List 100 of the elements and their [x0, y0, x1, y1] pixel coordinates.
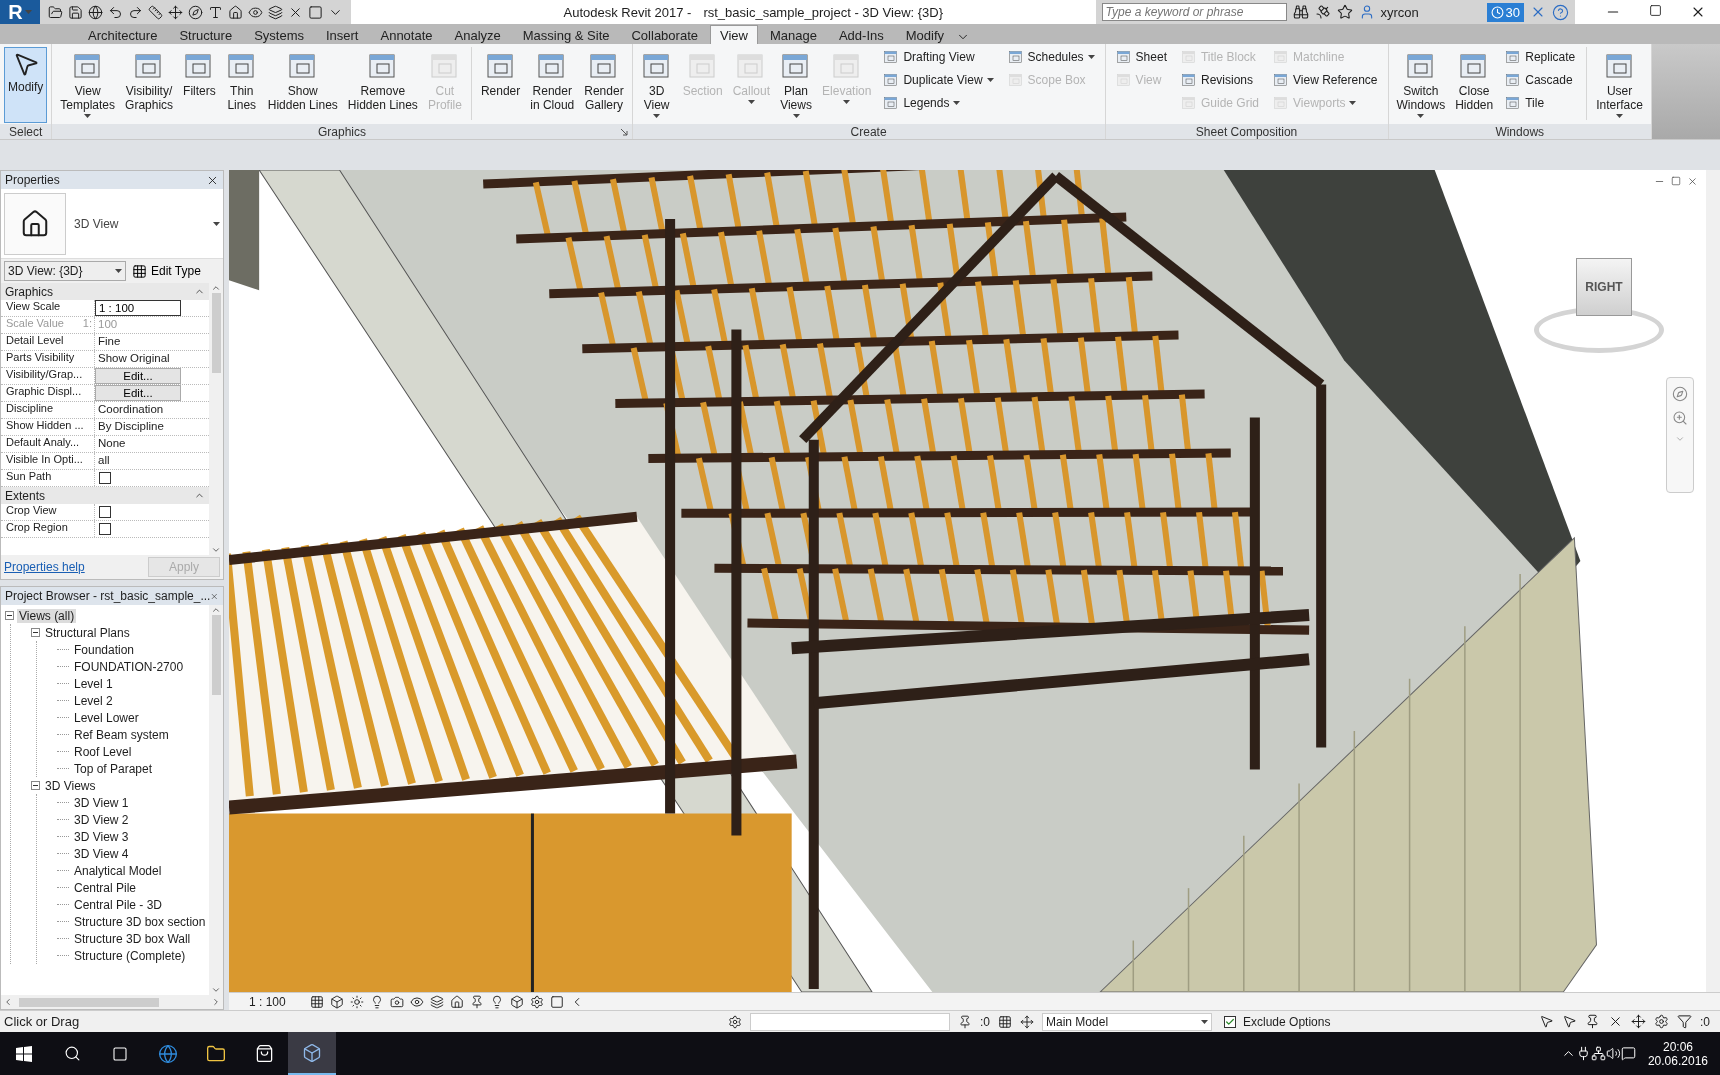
design-option-dropdown[interactable]: Main Model [1042, 1012, 1212, 1031]
save-icon[interactable] [68, 4, 83, 20]
ribbon-small-button[interactable]: Duplicate View [881, 70, 996, 90]
properties-help-link[interactable]: Properties help [4, 560, 85, 574]
tree-item[interactable]: Level 1 [72, 676, 115, 691]
ribbon-small-button[interactable]: Revisions [1178, 70, 1261, 90]
panel-title[interactable]: Select [9, 124, 43, 139]
checkbox[interactable] [99, 523, 111, 535]
tree-item[interactable]: 3D View 1 [72, 795, 131, 810]
ribbon-tab[interactable]: Annotate [370, 25, 443, 44]
launcher-icon[interactable] [620, 129, 628, 136]
ribbon-small-button[interactable]: Tile [1503, 93, 1578, 113]
ribbon-tab[interactable]: Collaborate [621, 25, 708, 44]
ribbon-tool-button[interactable]: Close Hidden [1451, 47, 1498, 123]
group-header-bar[interactable]: Extents [1, 487, 209, 504]
ribbon-small-button[interactable]: Replicate [1503, 47, 1578, 67]
ribbon-tab[interactable]: Add-Ins [828, 25, 894, 44]
checkbox[interactable] [1224, 1015, 1236, 1028]
ribbon-tab[interactable]: View [710, 25, 758, 44]
clock-date[interactable]: 20.06.2016 [1647, 1053, 1708, 1068]
search-field[interactable]: Type a keyword or phrase [1101, 3, 1287, 21]
ribbon-tab[interactable]: Analyze [444, 25, 511, 44]
tree-item[interactable]: Roof Level [72, 744, 134, 759]
instance-dropdown[interactable]: 3D View: {3D} [4, 261, 126, 281]
tree-item[interactable]: 3D View 3 [72, 829, 131, 844]
tree-item[interactable]: Structural Plans [43, 625, 132, 640]
tree-item[interactable]: 3D View 4 [72, 846, 131, 861]
notification-icon[interactable] [1620, 1046, 1636, 1061]
ribbon-tab[interactable]: Architecture [78, 25, 168, 44]
restore-icon[interactable] [1671, 176, 1681, 186]
tree-item[interactable]: Analytical Model [72, 863, 164, 878]
collapse-icon[interactable] [31, 781, 40, 790]
revit-taskbar-button[interactable] [288, 1032, 336, 1075]
scroll-down-icon[interactable] [211, 985, 221, 995]
ribbon-tool-button[interactable]: Remove Hidden Lines [343, 47, 422, 123]
ribbon-tool-button[interactable]: Thin Lines [221, 47, 262, 123]
modify-button[interactable]: Modify [4, 47, 48, 123]
tree-item[interactable]: 3D View 2 [72, 812, 131, 827]
ruler-icon[interactable] [148, 4, 163, 20]
volume-icon[interactable] [1605, 1046, 1621, 1061]
ribbon-tab[interactable]: Modify [895, 25, 955, 44]
redo-icon[interactable] [128, 4, 143, 20]
collapse-icon[interactable] [31, 628, 40, 637]
edit-button[interactable]: Edit... [95, 368, 181, 384]
ribbon-tab[interactable]: Manage [759, 25, 827, 44]
zoom-icon[interactable] [1672, 410, 1688, 426]
scrollbar-thumb[interactable] [211, 293, 221, 373]
sun-path-icon[interactable] [350, 994, 364, 1009]
ribbon-tool-button[interactable]: 3D View [636, 47, 677, 123]
open-folder-icon[interactable] [48, 4, 63, 20]
checkbox[interactable] [99, 472, 111, 484]
ribbon-tool-button[interactable]: Render in Cloud [526, 47, 579, 123]
ribbon-tool-button[interactable]: Render [476, 47, 525, 123]
tree-item[interactable]: Level Lower [72, 710, 141, 725]
ribbon-tool-button[interactable]: Filters [179, 47, 220, 123]
group-header-bar[interactable]: Graphics [1, 283, 209, 300]
select-pinned-icon[interactable] [1585, 1014, 1600, 1029]
application-menu-button[interactable]: R [0, 0, 40, 24]
view-scale-field[interactable]: 1 : 100 [95, 300, 181, 316]
scrollbar[interactable] [1, 995, 223, 1009]
tree-item[interactable]: Top of Parapet [72, 761, 155, 776]
scrollbar[interactable] [1706, 170, 1720, 992]
ribbon-small-button[interactable]: Drafting View [881, 47, 996, 67]
ribbon-tool-button[interactable]: Switch Windows [1392, 47, 1450, 123]
scroll-left-icon[interactable] [3, 997, 13, 1007]
workset-field[interactable] [750, 1012, 950, 1031]
ribbon-small-button[interactable]: Sheet [1113, 47, 1169, 67]
collapse-icon[interactable] [5, 611, 14, 620]
ribbon-tool-button[interactable]: Plan Views [776, 47, 817, 123]
ribbon-tool-button[interactable]: Render Gallery [580, 47, 628, 123]
edit-button[interactable]: Edit... [95, 385, 181, 401]
scroll-up-icon[interactable] [211, 283, 221, 293]
tree-item[interactable]: Views (all) [17, 608, 77, 623]
text-icon[interactable] [208, 4, 223, 20]
scrollbar[interactable] [209, 605, 223, 995]
ribbon-small-button[interactable]: Legends [881, 93, 996, 113]
edit-type-button[interactable]: Edit Type [132, 263, 201, 279]
tree-item[interactable]: Structure 3D box Wall [72, 931, 193, 946]
ribbon-tool-button[interactable]: Show Hidden Lines [263, 47, 342, 123]
tree-item[interactable]: Structure (Complete) [72, 948, 188, 963]
user-name[interactable]: xyrcon [1380, 4, 1481, 20]
satellite-icon[interactable] [1314, 4, 1331, 20]
scroll-right-icon[interactable] [211, 997, 221, 1007]
scrollbar[interactable] [209, 283, 223, 555]
scroll-up-icon[interactable] [211, 605, 221, 615]
globe-icon[interactable] [88, 4, 103, 20]
scrollbar-thumb[interactable] [19, 997, 159, 1007]
ribbon-small-button[interactable]: Schedules [1005, 47, 1097, 67]
tree-item[interactable]: 3D Views [43, 778, 98, 793]
help-icon[interactable] [1552, 3, 1569, 21]
tree-item[interactable]: Central Pile [72, 880, 139, 895]
checkbox[interactable] [99, 506, 111, 518]
house-icon[interactable] [228, 4, 243, 20]
filter-icon[interactable] [1677, 1014, 1692, 1029]
tree-item[interactable]: Structure 3D box section [72, 914, 208, 929]
ribbon-tab[interactable]: Systems [244, 25, 314, 44]
tree-item[interactable]: Central Pile - 3D [72, 897, 165, 912]
notification-badge[interactable]: 30 [1486, 2, 1524, 22]
ribbon-small-button[interactable]: View Reference [1271, 70, 1380, 90]
scrollbar-thumb[interactable] [211, 615, 221, 695]
